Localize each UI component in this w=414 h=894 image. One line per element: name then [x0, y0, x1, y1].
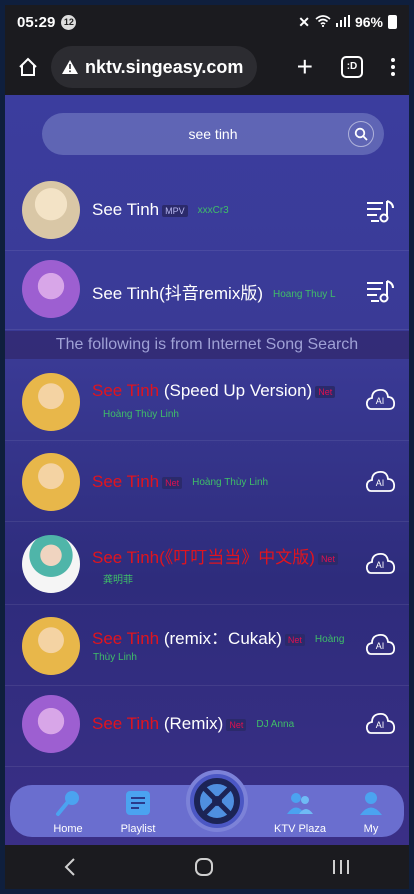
net-tag: Net [317, 552, 338, 565]
menu-button[interactable] [391, 58, 395, 76]
internet-song-row[interactable]: See Tinh (Speed Up Version) Net Hoàng Thù… [5, 361, 409, 441]
user-icon [360, 792, 382, 815]
song-title-rest: (Speed Up Version) [159, 381, 313, 400]
url-text: nktv.singeasy.com [85, 56, 244, 77]
wifi-icon [315, 14, 331, 30]
home-button[interactable] [5, 56, 51, 78]
song-singer: 龚明菲 [103, 575, 133, 586]
address-bar[interactable]: nktv.singeasy.com [51, 46, 257, 88]
ai-cloud-icon[interactable]: AI [363, 467, 397, 497]
nav-ktv-label: KTV Plaza [274, 823, 326, 835]
song-title-match: See Tinh(《叮叮当当》中文版) [92, 548, 315, 567]
internet-song-row[interactable]: See Tinh(《叮叮当当》中文版) Net 龚明菲 AI [5, 523, 409, 605]
song-singer: Hoàng Thùy Linh [103, 409, 179, 420]
signal-icon [335, 14, 350, 30]
status-time: 05:29 [17, 13, 56, 31]
ai-cloud-icon[interactable]: AI [363, 630, 397, 660]
song-title: See Tinh [92, 200, 160, 219]
microphone-icon [56, 791, 79, 816]
add-to-playlist-icon[interactable] [363, 275, 397, 305]
song-title-match: See Tinh [92, 381, 160, 400]
notification-count-icon: 12 [61, 14, 77, 30]
ai-cloud-icon[interactable]: AI [363, 549, 397, 579]
nav-home[interactable]: Home [33, 788, 103, 835]
internet-song-row[interactable]: See Tinh Net Hoàng Thùy Linh AI [5, 442, 409, 522]
nav-playlist-label: Playlist [120, 823, 156, 835]
nav-playlist[interactable]: Playlist [103, 788, 173, 835]
warning-icon [62, 60, 78, 74]
disc-icon [194, 778, 240, 824]
song-singer: Hoang Thuy L [272, 289, 336, 301]
net-tag: Net [226, 718, 247, 731]
song-title-rest: (remix：Cukak) [159, 629, 282, 648]
song-title-match: See Tinh [92, 472, 160, 491]
net-tag: Net [284, 633, 305, 646]
song-singer: DJ Anna [256, 719, 295, 731]
song-avatar [22, 695, 80, 753]
ai-label: AI [376, 478, 385, 488]
back-icon[interactable] [63, 857, 77, 877]
ai-label: AI [376, 396, 385, 406]
nav-my[interactable]: My [336, 788, 406, 835]
song-singer: xxxCr3 [197, 205, 229, 217]
song-avatar [22, 181, 80, 239]
song-title-rest: (Remix) [159, 714, 224, 733]
battery-icon [388, 15, 397, 29]
recents-icon[interactable] [331, 858, 351, 876]
song-singer: Hoàng [314, 634, 345, 646]
home-circle-icon[interactable] [194, 857, 214, 877]
center-play-button[interactable] [186, 770, 248, 832]
nav-my-label: My [363, 823, 379, 835]
new-tab-button[interactable]: + [297, 53, 313, 81]
add-to-playlist-icon[interactable] [363, 195, 397, 225]
ai-cloud-icon[interactable]: AI [363, 709, 397, 739]
system-nav-bar [5, 845, 409, 889]
song-title-match: See Tinh [92, 629, 160, 648]
status-bar: 05:29 12 ✕ 96% [5, 5, 409, 39]
browser-toolbar: nktv.singeasy.com + :D [5, 39, 409, 95]
song-avatar [22, 535, 80, 593]
battery-text: 96% [354, 14, 383, 30]
phone-frame: 05:29 12 ✕ 96% nktv.singeasy.com + :D se… [5, 5, 409, 889]
tabs-button[interactable]: :D [341, 56, 363, 78]
page-content: see tinh See Tinh MPV xxxCr3 See Tinh(抖音re… [5, 95, 409, 845]
search-value: see tinh [188, 126, 238, 142]
nav-home-label: Home [53, 823, 83, 835]
song-title: See Tinh(抖音remix版) [92, 284, 263, 303]
house-icon [19, 57, 37, 76]
song-avatar [22, 373, 80, 431]
internet-search-banner: The following is from Internet Song Sear… [5, 331, 409, 359]
people-icon [287, 793, 313, 814]
ai-label: AI [376, 641, 385, 651]
song-row[interactable]: See Tinh(抖音remix版) Hoang Thuy L [5, 252, 409, 330]
song-avatar [22, 617, 80, 675]
mute-icon: ✕ [298, 13, 310, 30]
net-tag: Net [315, 385, 336, 398]
ai-cloud-icon[interactable]: AI [363, 385, 397, 415]
ai-label: AI [376, 560, 385, 570]
nav-ktv-plaza[interactable]: KTV Plaza [265, 788, 335, 835]
song-singer-cont: Thùy Linh [93, 652, 137, 663]
song-singer: Hoàng Thùy Linh [192, 477, 269, 489]
net-tag: Net [162, 476, 183, 489]
internet-song-row[interactable]: See Tinh (Remix) Net DJ Anna AI [5, 687, 409, 767]
ai-label: AI [376, 720, 385, 730]
mpv-tag: MPV [162, 204, 188, 217]
song-row[interactable]: See Tinh MPV xxxCr3 [5, 175, 409, 251]
internet-song-row[interactable]: See Tinh (remix：Cukak) Net Hoàng Thùy Linh… [5, 606, 409, 686]
status-right: ✕ 96% [298, 14, 397, 31]
song-title-match: See Tinh [92, 714, 160, 733]
search-input[interactable]: see tinh [42, 113, 384, 155]
playlist-icon [126, 791, 150, 815]
song-avatar [22, 260, 80, 318]
search-icon[interactable] [348, 121, 374, 147]
song-avatar [22, 453, 80, 511]
